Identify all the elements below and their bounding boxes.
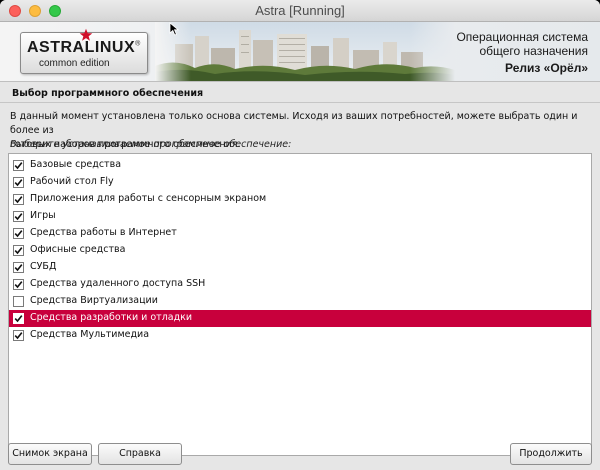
continue-button[interactable]: Продолжить <box>510 443 592 465</box>
checkmark-icon <box>14 247 23 255</box>
checkbox[interactable] <box>13 228 24 239</box>
checkbox[interactable] <box>13 279 24 290</box>
software-item-label: Игры <box>30 210 56 221</box>
software-item-label: Средства Мультимедиа <box>30 329 150 340</box>
checkmark-icon <box>14 213 23 221</box>
software-item[interactable]: Игры <box>9 208 591 225</box>
logo-edition: common edition <box>39 58 110 69</box>
installer-banner: ASTRALINUX® common edition Операционная … <box>0 22 600 82</box>
software-item-label: Средства удаленного доступа SSH <box>30 278 206 289</box>
checkbox[interactable] <box>13 330 24 341</box>
checkbox[interactable] <box>13 194 24 205</box>
checkbox[interactable] <box>13 160 24 171</box>
software-item-label: Средства разработки и отладки <box>30 312 193 323</box>
title-bar[interactable]: Astra [Running] <box>0 0 600 22</box>
os-description: Операционная система общего назначения Р… <box>456 30 588 77</box>
software-item-label: Рабочий стол Fly <box>30 176 114 187</box>
software-item-label: Офисные средства <box>30 244 126 255</box>
checkmark-icon <box>14 230 23 238</box>
checkmark-icon <box>14 332 23 340</box>
window-title: Astra [Running] <box>255 3 345 18</box>
title-divider <box>0 102 600 103</box>
software-item-label: Приложения для работы с сенсорным экрано… <box>30 193 267 204</box>
software-item[interactable]: Средства работы в Интернет <box>9 225 591 242</box>
software-item-label: Средства работы в Интернет <box>30 227 177 238</box>
logo-text: ASTRALINUX® <box>27 39 141 56</box>
software-item[interactable]: Средства Виртуализации <box>9 293 591 310</box>
checkmark-icon <box>14 281 23 289</box>
checkmark-icon <box>14 196 23 204</box>
software-item-label: Средства Виртуализации <box>30 295 158 306</box>
screenshot-button[interactable]: Снимок экрана <box>8 443 92 465</box>
installer-screen: ASTRALINUX® common edition Операционная … <box>0 22 600 470</box>
checkmark-icon <box>14 162 23 170</box>
city-skyline-image <box>155 22 455 81</box>
description-line-1: В данный момент установлена только основ… <box>10 111 578 136</box>
checkbox[interactable] <box>13 211 24 222</box>
virtualbox-window: Astra [Running] ASTRALINUX® common editi… <box>0 0 600 470</box>
release-name: Релиз «Орёл» <box>505 61 588 75</box>
software-item[interactable]: Средства Мультимедиа <box>9 327 591 344</box>
checkbox[interactable] <box>13 262 24 273</box>
checkmark-icon <box>14 264 23 272</box>
software-item[interactable]: Приложения для работы с сенсорным экрано… <box>9 191 591 208</box>
selection-prompt: Выберите устанавливаемое программное обе… <box>10 139 292 150</box>
checkbox[interactable] <box>13 313 24 324</box>
help-button[interactable]: Справка <box>98 443 182 465</box>
software-item[interactable]: Базовые средства <box>9 157 591 174</box>
os-line-2: общего назначения <box>479 44 588 58</box>
page-title: Выбор программного обеспечения <box>12 88 204 99</box>
checkmark-icon <box>14 179 23 187</box>
software-item[interactable]: Офисные средства <box>9 242 591 259</box>
astralinux-logo: ASTRALINUX® common edition <box>20 28 148 74</box>
software-item-label: СУБД <box>30 261 57 272</box>
software-list[interactable]: Базовые средства Рабочий стол Fly Приложен… <box>8 153 592 456</box>
mouse-cursor-icon <box>169 22 180 36</box>
checkbox[interactable] <box>13 245 24 256</box>
checkbox[interactable] <box>13 296 24 307</box>
checkbox[interactable] <box>13 177 24 188</box>
checkmark-icon <box>14 315 23 323</box>
os-line-1: Операционная система <box>456 30 588 44</box>
software-item[interactable]: Средства удаленного доступа SSH <box>9 276 591 293</box>
software-item-label: Базовые средства <box>30 159 122 170</box>
software-item[interactable]: Рабочий стол Fly <box>9 174 591 191</box>
software-item[interactable]: Средства разработки и отладки <box>9 310 591 327</box>
software-item[interactable]: СУБД <box>9 259 591 276</box>
